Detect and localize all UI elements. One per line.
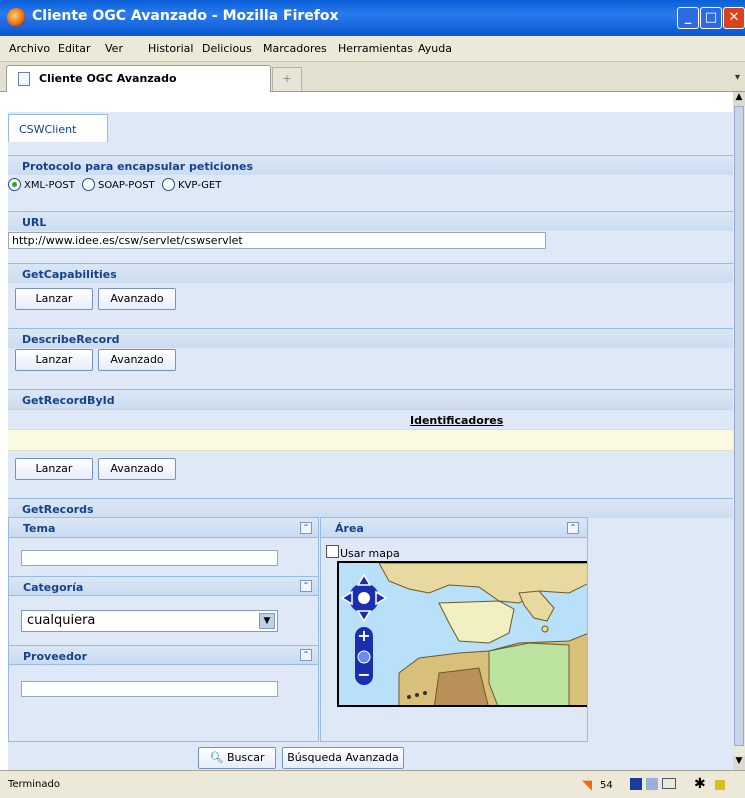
describerecord-advanced-button[interactable]: Avanzado [98,349,176,371]
categoria-collapse-icon[interactable]: ⌃ [300,580,312,592]
use-map-label: Usar mapa [340,547,400,560]
minimize-button[interactable]: _ [677,7,699,29]
tab-title: Cliente OGC Avanzado [39,72,177,85]
getcapabilities-advanced-button[interactable]: Avanzado [98,288,176,310]
describerecord-header: DescribeRecord [8,328,733,348]
identifiers-header: Identificadores [8,409,733,429]
getcapabilities-header: GetCapabilities [8,263,733,283]
menu-marcadores[interactable]: Marcadores [263,42,327,55]
radio-xml-post[interactable] [8,178,21,191]
menu-ver[interactable]: Ver [105,42,123,55]
proveedor-input[interactable] [21,681,278,697]
url-input[interactable]: http://www.idee.es/csw/servlet/cswservle… [8,232,546,249]
bug-icon[interactable]: ✱ [694,776,706,792]
tab-cswclient[interactable]: CSWClient [8,114,108,142]
new-tab-button[interactable]: + [272,67,302,91]
menu-bar: Archivo Editar Ver Historial Delicious M… [0,36,745,62]
radio-label-kvp-get: KVP-GET [178,180,222,191]
firefox-window: Cliente OGC Avanzado - Mozilla Firefox _… [0,0,745,798]
status-bar: Terminado ◥ 54 ✱ [0,770,745,798]
getcapabilities-launch-button[interactable]: Lanzar [15,288,93,310]
svg-text:+: + [357,626,370,645]
identifiers-list[interactable] [8,429,733,451]
tab-list-arrow-icon[interactable]: ▾ [735,72,740,83]
getrecordbyid-header: GetRecordById [8,389,733,409]
close-button[interactable]: ✕ [723,7,745,29]
search-button[interactable]: 🔍︎ Buscar [198,747,276,769]
identifiers-label: Identificadores [410,414,504,427]
map-graphic: + − [339,563,587,705]
search-label: Buscar [226,751,265,764]
url-header: URL [8,211,733,231]
getrecords-header: GetRecords [8,498,733,518]
search-icon: 🔍︎ [209,751,224,764]
extension-icon[interactable] [630,778,642,790]
getrecords-left-panel: Tema ⌃ Categoría ⌃ cualquiera ▼ Proveedo… [8,517,319,742]
rss-icon[interactable]: ◥ [582,778,592,793]
radio-soap-post[interactable] [82,178,95,191]
categoria-header: Categoría [9,576,318,596]
scroll-thumb[interactable] [734,106,744,746]
maximize-button[interactable]: □ [700,7,722,29]
page-content: CSWClient Protocolo para encapsular peti… [0,92,733,770]
feed-count: 54 [600,780,613,791]
tema-input[interactable] [21,550,278,566]
delicious-icon[interactable] [646,778,658,790]
tab-bar: Cliente OGC Avanzado + ▾ [0,62,745,92]
tema-collapse-icon[interactable]: ⌃ [300,522,312,534]
radio-kvp-get[interactable] [162,178,175,191]
menu-herramientas[interactable]: Herramientas [338,42,413,55]
menu-historial[interactable]: Historial [148,42,193,55]
window-title: Cliente OGC Avanzado - Mozilla Firefox [32,8,339,24]
proveedor-header: Proveedor [9,645,318,665]
browser-tab[interactable]: Cliente OGC Avanzado [6,65,271,92]
page-icon [18,72,30,86]
menu-editar[interactable]: Editar [58,42,91,55]
area-map[interactable]: + − [337,561,587,707]
status-text: Terminado [8,779,60,790]
mail-icon[interactable] [662,778,676,789]
getrecordbyid-launch-button[interactable]: Lanzar [15,458,93,480]
scroll-up-icon[interactable]: ▲ [733,92,745,106]
categoria-selected: cualquiera [27,613,96,628]
svg-text:−: − [357,665,370,684]
chevron-down-icon[interactable]: ▼ [259,613,275,629]
getrecordbyid-advanced-button[interactable]: Avanzado [98,458,176,480]
menu-ayuda[interactable]: Ayuda [418,42,452,55]
describerecord-launch-button[interactable]: Lanzar [15,349,93,371]
tema-header: Tema [9,518,318,538]
scroll-down-icon[interactable]: ▼ [733,756,745,770]
firefox-icon [7,8,26,27]
radio-label-soap-post: SOAP-POST [98,180,155,191]
advanced-search-button[interactable]: Búsqueda Avanzada [282,747,404,769]
protocol-header: Protocolo para encapsular peticiones [8,155,733,175]
zoom-control-icon: + − [355,626,373,685]
menu-delicious[interactable]: Delicious [202,42,252,55]
area-header: Área [321,518,587,538]
vertical-scrollbar[interactable]: ▲ ▼ [733,92,745,770]
radio-label-xml-post: XML-POST [24,180,75,191]
area-collapse-icon[interactable]: ⌃ [567,522,579,534]
addon-icon[interactable] [715,780,725,790]
title-bar: Cliente OGC Avanzado - Mozilla Firefox _… [0,0,745,36]
use-map-checkbox[interactable] [326,545,339,558]
proveedor-collapse-icon[interactable]: ⌃ [300,649,312,661]
categoria-select[interactable]: cualquiera ▼ [21,610,278,632]
menu-archivo[interactable]: Archivo [9,42,50,55]
